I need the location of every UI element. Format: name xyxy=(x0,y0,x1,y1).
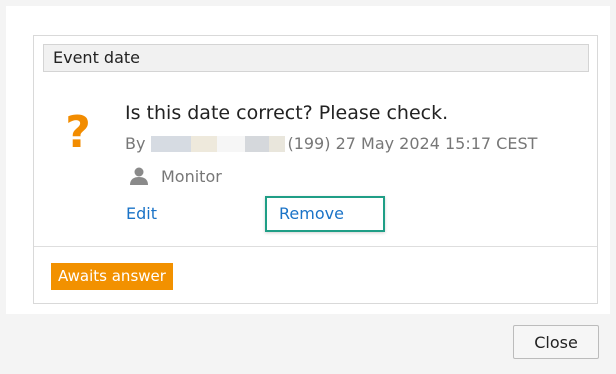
user-icon xyxy=(130,167,148,185)
meta-prefix: By xyxy=(125,134,146,153)
question-meta: By (199) 27 May 2024 15:17 CEST xyxy=(125,133,537,155)
question-mark-icon: ? xyxy=(65,107,91,158)
meta-details: (199) 27 May 2024 15:17 CEST xyxy=(287,134,538,153)
role-label: Monitor xyxy=(161,166,222,186)
author-role: Monitor xyxy=(129,165,222,187)
edit-link[interactable]: Edit xyxy=(126,203,157,225)
remove-link[interactable]: Remove xyxy=(279,203,344,225)
question-panel: Event date ? Is this date correct? Pleas… xyxy=(33,35,598,304)
redacted-author-name xyxy=(151,136,286,152)
divider xyxy=(34,246,597,247)
question-actions: Edit xyxy=(126,203,170,225)
question-title: Is this date correct? Please check. xyxy=(125,102,449,124)
status-badge: Awaits answer xyxy=(51,263,173,290)
dialog: Event date ? Is this date correct? Pleas… xyxy=(0,0,616,374)
close-button[interactable]: Close xyxy=(513,325,599,359)
section-header: Event date xyxy=(43,44,589,72)
